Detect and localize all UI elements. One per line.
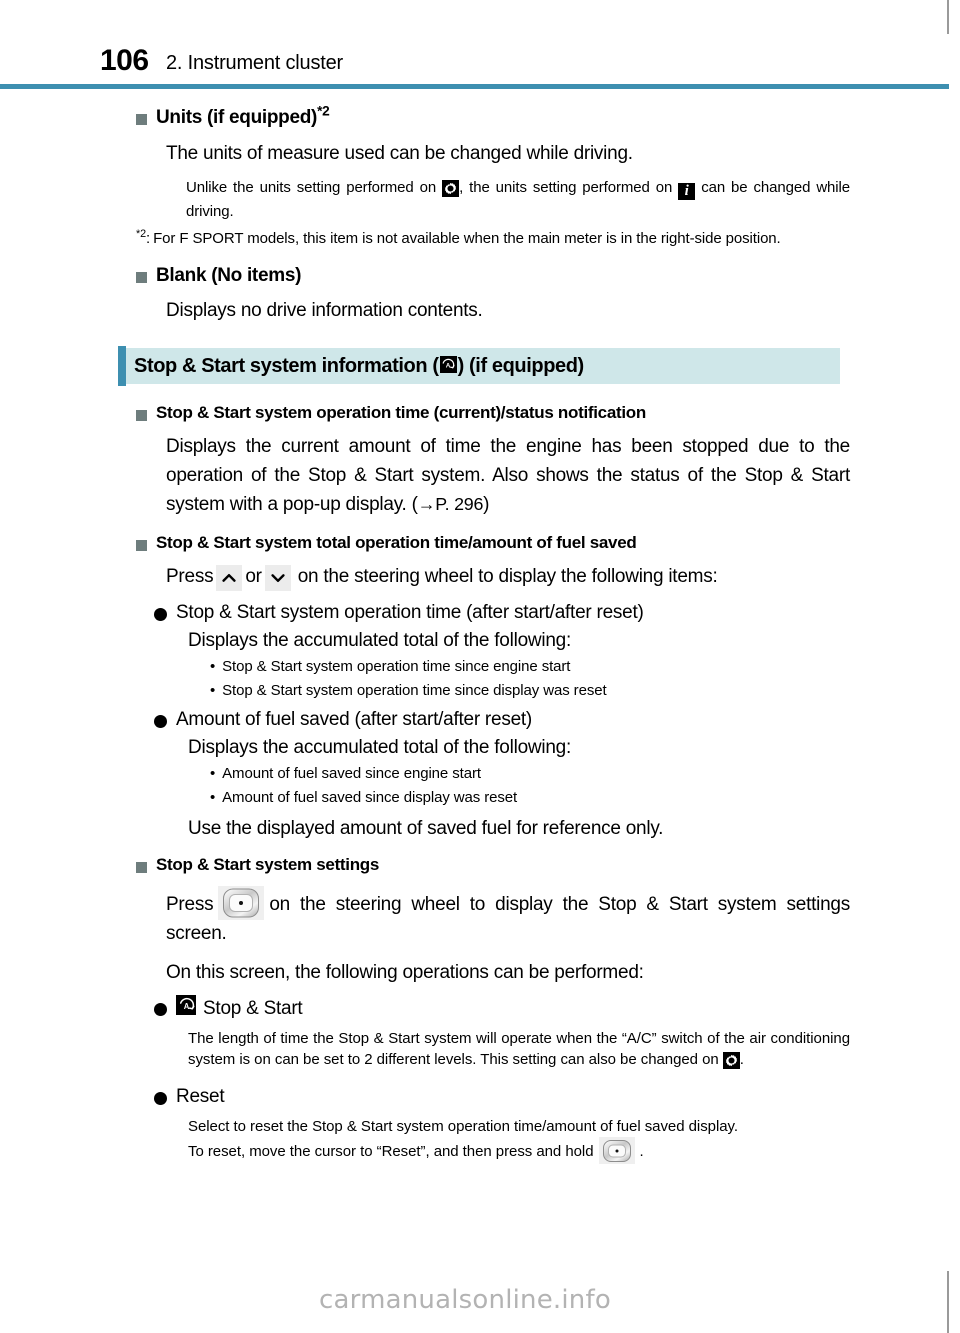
sub-paragraph-fuel-saved: Displays the accumulated total of the fo… xyxy=(188,736,571,758)
heading-total-op-time: Stop & Start system total operation time… xyxy=(136,532,850,553)
paragraph-op-time-current-end: ) xyxy=(483,494,490,516)
heading-op-time-current-label: Stop & Start system operation time (curr… xyxy=(156,403,646,423)
paragraph-units-body: The units of measure used can be changed… xyxy=(166,142,633,164)
section-title-prefix: Stop & Start system information ( xyxy=(134,354,439,377)
square-bullet-icon xyxy=(136,540,147,552)
svg-text:A: A xyxy=(446,362,451,369)
footer-watermark: carmanualsonline.info xyxy=(319,1285,611,1315)
stop-start-option-text: Stop & Start xyxy=(203,997,303,1019)
paragraph-op-time-current: Displays the current amount of time the … xyxy=(166,433,850,520)
dot-bullet-icon: • xyxy=(210,681,216,699)
page-number: 106 xyxy=(100,44,149,77)
heading-units-footnote-mark: *2 xyxy=(317,103,330,119)
dot-list-item: • Stop & Start system operation time sin… xyxy=(210,680,850,701)
stop-start-icon: A xyxy=(439,355,457,378)
chevron-up-icon[interactable] xyxy=(216,564,243,591)
square-bullet-icon xyxy=(136,114,147,125)
page-content: Units (if equipped)*2 The units of measu… xyxy=(118,96,850,1165)
paragraph-reset-description: Select to reset the Stop & Start system … xyxy=(188,1117,738,1135)
svg-text:A: A xyxy=(183,1002,189,1011)
heading-total-op-time-label: Stop & Start system total operation time… xyxy=(156,533,637,553)
paragraph-press-switch: Press on the steering wheel to display th… xyxy=(166,885,850,949)
section-banner-text: Stop & Start system information ( A ) (i… xyxy=(134,355,584,378)
paragraph-reset-instruction: To reset, move the cursor to “Reset”, an… xyxy=(188,1137,850,1165)
square-bullet-icon xyxy=(136,862,147,874)
page-header: 106 2. Instrument cluster xyxy=(0,38,960,84)
dot-list-item: • Stop & Start system operation time sin… xyxy=(210,656,850,677)
list-item-fuel-saved: Amount of fuel saved (after start/after … xyxy=(154,707,850,733)
section-banner-accent xyxy=(118,346,126,387)
reset-instruction-prefix: To reset, move the cursor to “Reset”, an… xyxy=(188,1143,594,1161)
paragraph-blank-body: Displays no drive information contents. xyxy=(166,300,483,322)
list-item-reset-option: Reset xyxy=(154,1084,850,1110)
reference-page: P. 296 xyxy=(435,494,484,515)
heading-settings-label: Stop & Start system settings xyxy=(156,855,380,875)
note-fuel-reference: Use the displayed amount of saved fuel f… xyxy=(188,817,664,839)
heading-units: Units (if equipped)*2 xyxy=(136,103,850,130)
dot-list-item-label: Stop & Start system operation time since… xyxy=(222,658,571,676)
round-bullet-icon xyxy=(154,714,167,728)
paragraph-op-time-current-text: Displays the current amount of time the … xyxy=(166,436,850,516)
footnote-colon: : xyxy=(146,230,151,248)
list-item-fuel-saved-label: Amount of fuel saved (after start/after … xyxy=(176,708,532,730)
settings-press-prefix-label: Press xyxy=(166,893,214,915)
gear-icon xyxy=(442,179,460,201)
header-rule xyxy=(0,84,949,89)
round-bullet-icon xyxy=(154,1092,167,1106)
note-units-part1: Unlike the units setting performed on xyxy=(186,178,437,196)
paragraph-on-screen-intro: On this screen, the following operations… xyxy=(166,961,644,983)
stop-start-description-text: The length of time the Stop & Start syst… xyxy=(188,1029,850,1069)
sub-paragraph-op-time: Displays the accumulated total of the fo… xyxy=(188,629,571,651)
heading-units-text: Units (if equipped) xyxy=(156,107,318,128)
page-reference: →P. 296 xyxy=(417,494,484,515)
round-bullet-icon xyxy=(154,608,167,622)
square-bullet-icon xyxy=(136,410,147,422)
reset-instruction-suffix: . xyxy=(639,1143,644,1161)
dot-list-item-label: Stop & Start system operation time since… xyxy=(222,681,607,699)
dot-list-item: • Amount of fuel saved since engine star… xyxy=(210,763,850,784)
note-units-part2: , the units setting performed on xyxy=(459,178,673,196)
footnote-2: *2: For F SPORT models, this item is not… xyxy=(136,228,850,249)
dot-list-item-label: Amount of fuel saved since engine start xyxy=(222,765,481,783)
heading-op-time-current: Stop & Start system operation time (curr… xyxy=(136,402,850,423)
list-item-op-time: Stop & Start system operation time (afte… xyxy=(154,600,850,626)
heading-units-label: Units (if equipped)*2 xyxy=(156,103,330,130)
list-item-stop-start-option: A Stop & Start xyxy=(154,995,850,1021)
heading-blank: Blank (No items) xyxy=(136,264,850,288)
chevron-down-icon[interactable] xyxy=(264,564,291,591)
dot-bullet-icon: • xyxy=(210,658,216,676)
press-suffix-label: on the steering wheel to display the fol… xyxy=(297,566,718,588)
round-bullet-icon xyxy=(154,1003,167,1017)
paragraph-press-chevrons: Press or on the steering wheel to displa… xyxy=(166,563,850,592)
stop-start-icon: A xyxy=(176,995,196,1021)
list-item-reset-option-label: Reset xyxy=(176,1086,225,1108)
square-bullet-icon xyxy=(136,271,147,283)
dot-bullet-icon: • xyxy=(210,788,216,806)
footnote-marker-text: *2 xyxy=(136,228,147,241)
settings-press-suffix-label: on the steering wheel to display the Sto… xyxy=(166,893,850,944)
section-title-suffix: ) (if equipped) xyxy=(457,354,585,377)
gear-icon xyxy=(722,1052,740,1074)
info-icon: i xyxy=(678,180,696,201)
footnote-marker: *2: xyxy=(136,228,150,249)
press-or-label: or xyxy=(245,566,262,588)
press-prefix-label: Press xyxy=(166,566,214,588)
section-banner-stop-start: Stop & Start system information ( A ) (i… xyxy=(118,346,840,387)
enter-switch-icon[interactable] xyxy=(598,1137,635,1165)
note-units-setting: Unlike the units setting performed on , … xyxy=(186,177,850,223)
paragraph-stop-start-description: The length of time the Stop & Start syst… xyxy=(188,1028,850,1075)
enter-switch-icon[interactable] xyxy=(218,885,265,920)
stop-start-description-period: . xyxy=(739,1051,744,1069)
footnote-body: For F SPORT models, this item is not ava… xyxy=(153,230,781,248)
heading-blank-label: Blank (No items) xyxy=(156,264,302,286)
reference-arrow-icon: → xyxy=(417,494,436,515)
page-edge-mark-top xyxy=(947,0,949,34)
chapter-title: 2. Instrument cluster xyxy=(166,52,343,74)
dot-bullet-icon: • xyxy=(210,765,216,783)
list-item-op-time-label: Stop & Start system operation time (afte… xyxy=(176,602,644,624)
dot-list-item-label: Amount of fuel saved since display was r… xyxy=(222,788,518,806)
heading-settings: Stop & Start system settings xyxy=(136,854,850,875)
dot-list-item: • Amount of fuel saved since display was… xyxy=(210,787,850,808)
list-item-stop-start-option-label: A Stop & Start xyxy=(176,995,303,1021)
